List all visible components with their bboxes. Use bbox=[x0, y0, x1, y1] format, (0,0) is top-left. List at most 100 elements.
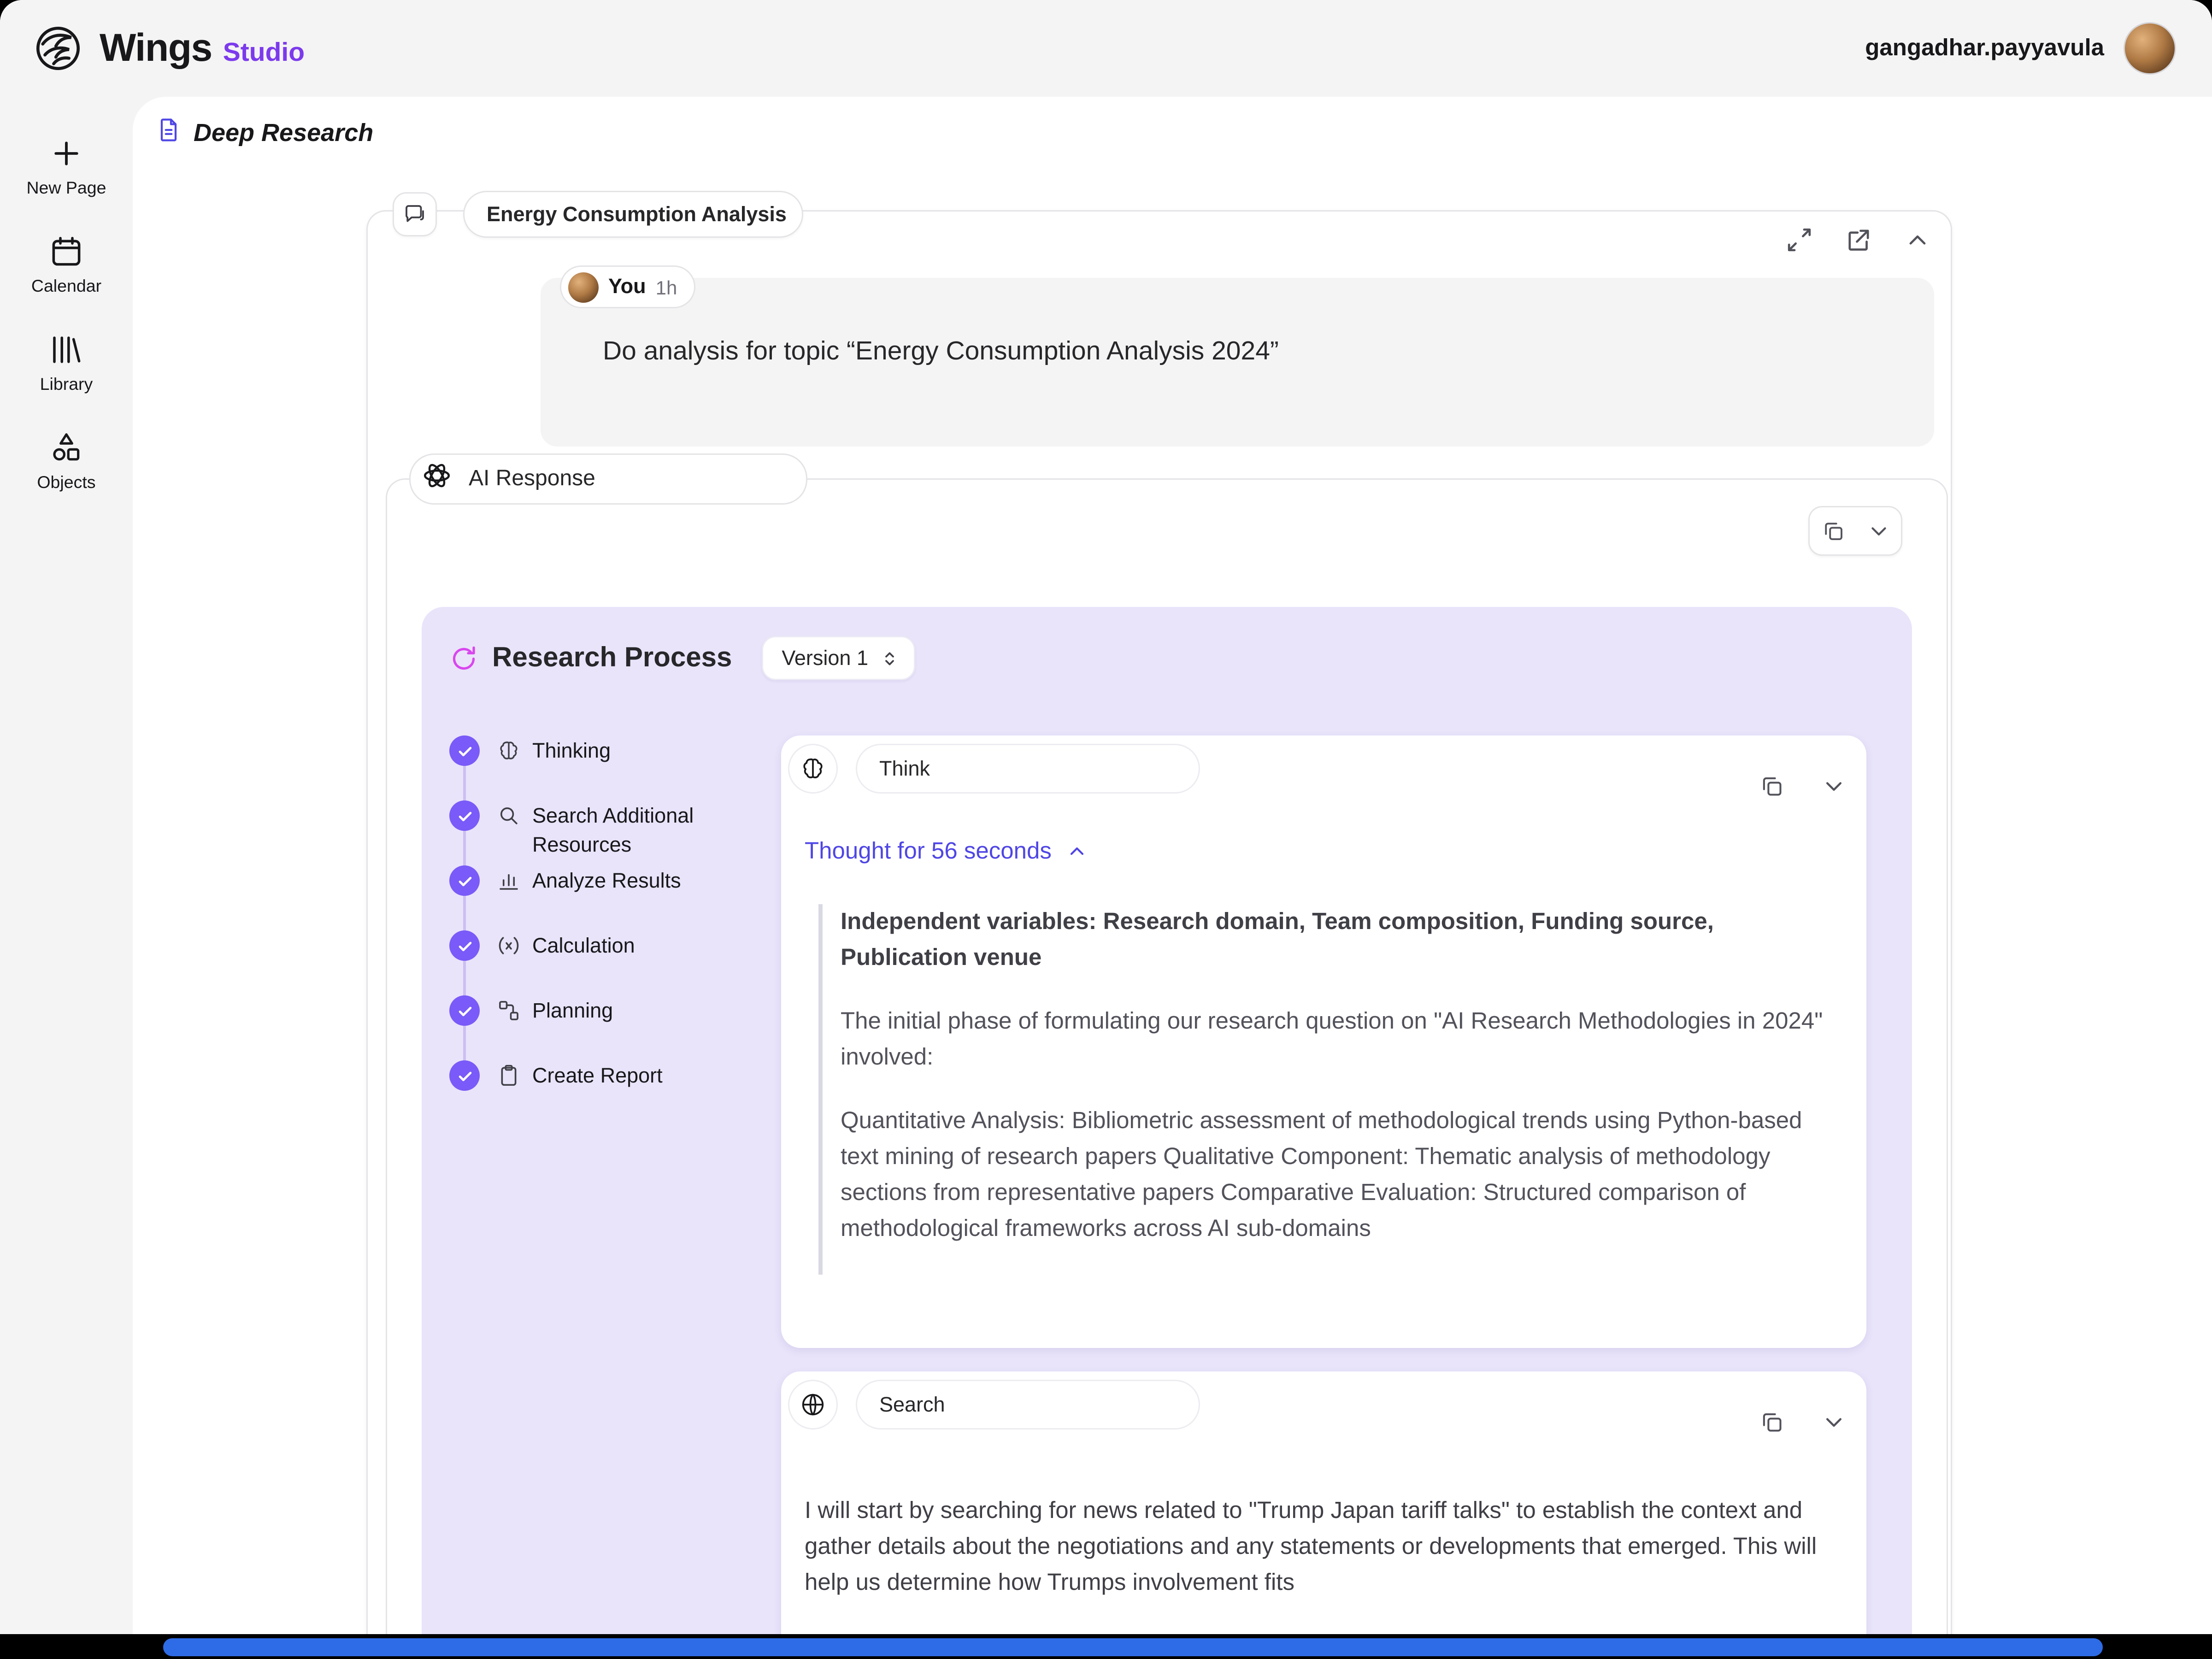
think-card: Think Thought bbox=[781, 735, 1866, 1348]
collapse-chevron-up-icon[interactable] bbox=[1904, 226, 1931, 254]
sidebar-item-objects[interactable]: Objects bbox=[37, 430, 95, 492]
step-analyze-results[interactable]: Analyze Results bbox=[449, 865, 776, 930]
main-content: Deep Research bbox=[133, 97, 2212, 1634]
step-label: Calculation bbox=[532, 932, 737, 961]
step-calculation[interactable]: Calculation bbox=[449, 930, 776, 995]
research-process-title: Research Process bbox=[492, 642, 732, 674]
ai-response-pill: AI Response bbox=[409, 453, 807, 505]
version-selector[interactable]: Version 1 bbox=[762, 636, 915, 680]
thread-title: Energy Consumption Analysis bbox=[487, 203, 787, 226]
step-label: Thinking bbox=[532, 737, 737, 766]
expand-icon[interactable] bbox=[1785, 225, 1814, 254]
search-result-text: I will start by searching for news relat… bbox=[805, 1493, 1833, 1601]
sidebar-item-label: New Page bbox=[26, 178, 106, 198]
check-icon bbox=[449, 735, 480, 766]
version-label: Version 1 bbox=[782, 647, 868, 670]
copy-icon[interactable] bbox=[1759, 773, 1785, 799]
user-message: You 1h Do analysis for topic “Energy Con… bbox=[541, 278, 1934, 447]
check-icon bbox=[449, 865, 480, 896]
thread-title-pill[interactable]: Energy Consumption Analysis bbox=[463, 191, 803, 238]
thought-duration-label: Thought for 56 seconds bbox=[805, 838, 1052, 865]
sidebar-item-calendar[interactable]: Calendar bbox=[31, 234, 101, 296]
bar-chart-icon bbox=[496, 868, 521, 893]
step-planning[interactable]: Planning bbox=[449, 995, 776, 1060]
search-pill: Search bbox=[856, 1380, 1200, 1430]
research-steps: Thinking Search Additional Resources bbox=[449, 735, 776, 1125]
globe-badge-icon bbox=[788, 1380, 838, 1430]
openai-icon bbox=[420, 459, 453, 499]
search-icon bbox=[496, 803, 521, 828]
chevron-up-icon bbox=[1065, 841, 1088, 863]
message-time: 1h bbox=[656, 276, 677, 298]
thought-paragraph: The initial phase of formulating our res… bbox=[841, 1004, 1839, 1076]
brain-badge-icon bbox=[788, 744, 838, 794]
check-icon bbox=[449, 930, 480, 961]
research-process-header: Research Process Version 1 bbox=[422, 607, 1912, 680]
workflow-icon bbox=[496, 998, 521, 1023]
author-pill: You 1h bbox=[560, 265, 695, 308]
calendar-icon bbox=[48, 234, 84, 270]
page-header: Deep Research bbox=[155, 116, 373, 151]
brain-icon bbox=[496, 738, 521, 763]
sidebar-item-label: Calendar bbox=[31, 276, 101, 296]
step-label: Planning bbox=[532, 997, 737, 1026]
app-window: Wings Studio gangadhar.payyavula New Pag… bbox=[0, 0, 2212, 1634]
conversation-actions bbox=[1785, 225, 1931, 254]
sidebar: New Page Calendar Library bbox=[0, 97, 133, 1634]
user-avatar[interactable] bbox=[2124, 22, 2176, 75]
page-title: Deep Research bbox=[194, 119, 373, 148]
step-create-report[interactable]: Create Report bbox=[449, 1060, 776, 1125]
search-card: Search I will start by searching bbox=[781, 1371, 1866, 1634]
check-icon bbox=[449, 800, 480, 831]
clipboard-icon bbox=[496, 1063, 521, 1088]
research-process-panel: Research Process Version 1 bbox=[422, 607, 1912, 1634]
ai-response-card: Research Process Version 1 bbox=[386, 478, 1948, 1634]
chat-icon-button[interactable] bbox=[393, 192, 437, 236]
message-text: Do analysis for topic “Energy Consumptio… bbox=[603, 337, 1279, 368]
top-bar: Wings Studio gangadhar.payyavula bbox=[0, 0, 2212, 97]
conversation-card: You 1h Do analysis for topic “Energy Con… bbox=[366, 210, 1952, 1634]
refresh-icon[interactable] bbox=[449, 644, 478, 673]
library-icon bbox=[48, 332, 84, 368]
updown-icon bbox=[879, 648, 900, 669]
wings-logo-icon bbox=[30, 21, 86, 76]
chat-icon bbox=[402, 202, 427, 227]
step-label: Create Report bbox=[532, 1062, 737, 1091]
step-label: Search Additional Resources bbox=[532, 802, 737, 860]
copy-icon[interactable] bbox=[1759, 1409, 1785, 1435]
author-avatar bbox=[568, 272, 599, 302]
sidebar-item-label: Objects bbox=[37, 473, 95, 492]
ai-response-label: AI Response bbox=[469, 467, 595, 492]
check-icon bbox=[449, 995, 480, 1026]
chevron-down-icon[interactable] bbox=[1855, 507, 1901, 554]
sidebar-item-library[interactable]: Library bbox=[40, 332, 93, 394]
thought-content: Independent variables: Research domain, … bbox=[818, 904, 1839, 1275]
step-search-additional-resources[interactable]: Search Additional Resources bbox=[449, 800, 776, 865]
document-icon bbox=[155, 116, 182, 151]
author-name: You bbox=[608, 275, 646, 299]
think-card-actions bbox=[1759, 773, 1847, 799]
username[interactable]: gangadhar.payyavula bbox=[1865, 35, 2104, 62]
thought-paragraph: Independent variables: Research domain, … bbox=[841, 904, 1839, 976]
plus-icon bbox=[48, 135, 84, 171]
objects-icon bbox=[48, 430, 84, 466]
brand-name: Wings bbox=[100, 26, 212, 71]
search-card-actions bbox=[1759, 1409, 1847, 1435]
think-pill: Think bbox=[856, 744, 1200, 794]
thought-paragraph: Quantitative Analysis: Bibliometric asse… bbox=[841, 1103, 1839, 1247]
chevron-down-icon[interactable] bbox=[1821, 1409, 1847, 1435]
copy-icon[interactable] bbox=[1810, 507, 1855, 554]
chevron-down-icon[interactable] bbox=[1821, 773, 1847, 799]
step-thinking[interactable]: Thinking bbox=[449, 735, 776, 800]
function-icon bbox=[496, 933, 521, 958]
ai-response-actions bbox=[1808, 506, 1902, 556]
sidebar-item-label: Library bbox=[40, 375, 93, 394]
thought-duration-toggle[interactable]: Thought for 56 seconds bbox=[805, 838, 1088, 865]
step-label: Analyze Results bbox=[532, 867, 737, 896]
screen: Wings Studio gangadhar.payyavula New Pag… bbox=[0, 0, 2212, 1659]
sidebar-item-new-page[interactable]: New Page bbox=[26, 135, 106, 198]
bottom-strip bbox=[0, 1634, 2212, 1659]
brand-suffix: Studio bbox=[223, 38, 305, 69]
check-icon bbox=[449, 1060, 480, 1091]
open-external-icon[interactable] bbox=[1844, 225, 1873, 254]
